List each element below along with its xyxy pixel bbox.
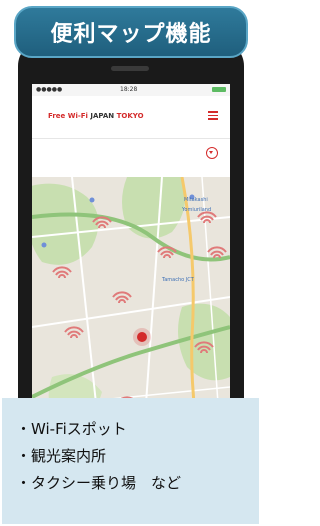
title-text: 便利マップ機能 xyxy=(50,22,212,47)
title-banner: 便利マップ機能 xyxy=(14,6,248,58)
location-pin-icon[interactable] xyxy=(133,328,151,346)
carrier-signal: ●●●●● xyxy=(36,86,63,93)
caption-item-taxi: ・タクシー乗り場 など xyxy=(16,474,182,492)
wifi-marker-icon[interactable] xyxy=(207,246,227,259)
map-label: Yomiuriland xyxy=(182,207,212,213)
phone-frame: ●●●●● 18:28 Free Wi-Fi JAPAN TOKYO Mitak… xyxy=(18,40,244,460)
app-logo: Free Wi-Fi JAPAN TOKYO xyxy=(48,112,144,120)
caption-item-wifi: ・Wi-Fiスポット xyxy=(16,420,127,438)
map-label: Mitakashi xyxy=(184,197,208,203)
park-area xyxy=(32,183,99,265)
status-time: 18:28 xyxy=(120,86,138,93)
caption-item-tourist-info: ・観光案内所 xyxy=(16,447,107,465)
battery-icon xyxy=(212,87,226,92)
wifi-marker-icon[interactable] xyxy=(52,266,72,279)
park-area xyxy=(122,177,186,239)
status-bar: ●●●●● 18:28 xyxy=(32,84,230,96)
menu-icon[interactable] xyxy=(208,111,218,120)
filter-icon[interactable] xyxy=(206,147,218,159)
station-marker xyxy=(89,197,95,203)
logo-japan: JAPAN xyxy=(90,112,115,120)
map-label: Tamacho JCT xyxy=(162,277,194,283)
logo-tokyo: TOKYO xyxy=(116,112,144,120)
promo-screenshot: 便利マップ機能 ●●●●● 18:28 Free Wi-Fi JAPAN TOK… xyxy=(0,0,261,526)
logo-free-wifi: Free Wi-Fi xyxy=(48,112,88,120)
feature-caption: ・Wi-Fiスポット ・観光案内所 ・タクシー乗り場 など xyxy=(2,398,259,524)
app-header: Free Wi-Fi JAPAN TOKYO xyxy=(32,96,230,139)
wifi-marker-icon[interactable] xyxy=(64,326,84,339)
map-toolbar xyxy=(32,139,230,177)
station-marker xyxy=(41,242,47,248)
wifi-marker-icon[interactable] xyxy=(197,211,217,224)
phone-speaker xyxy=(111,66,149,71)
wifi-marker-icon[interactable] xyxy=(112,291,132,304)
